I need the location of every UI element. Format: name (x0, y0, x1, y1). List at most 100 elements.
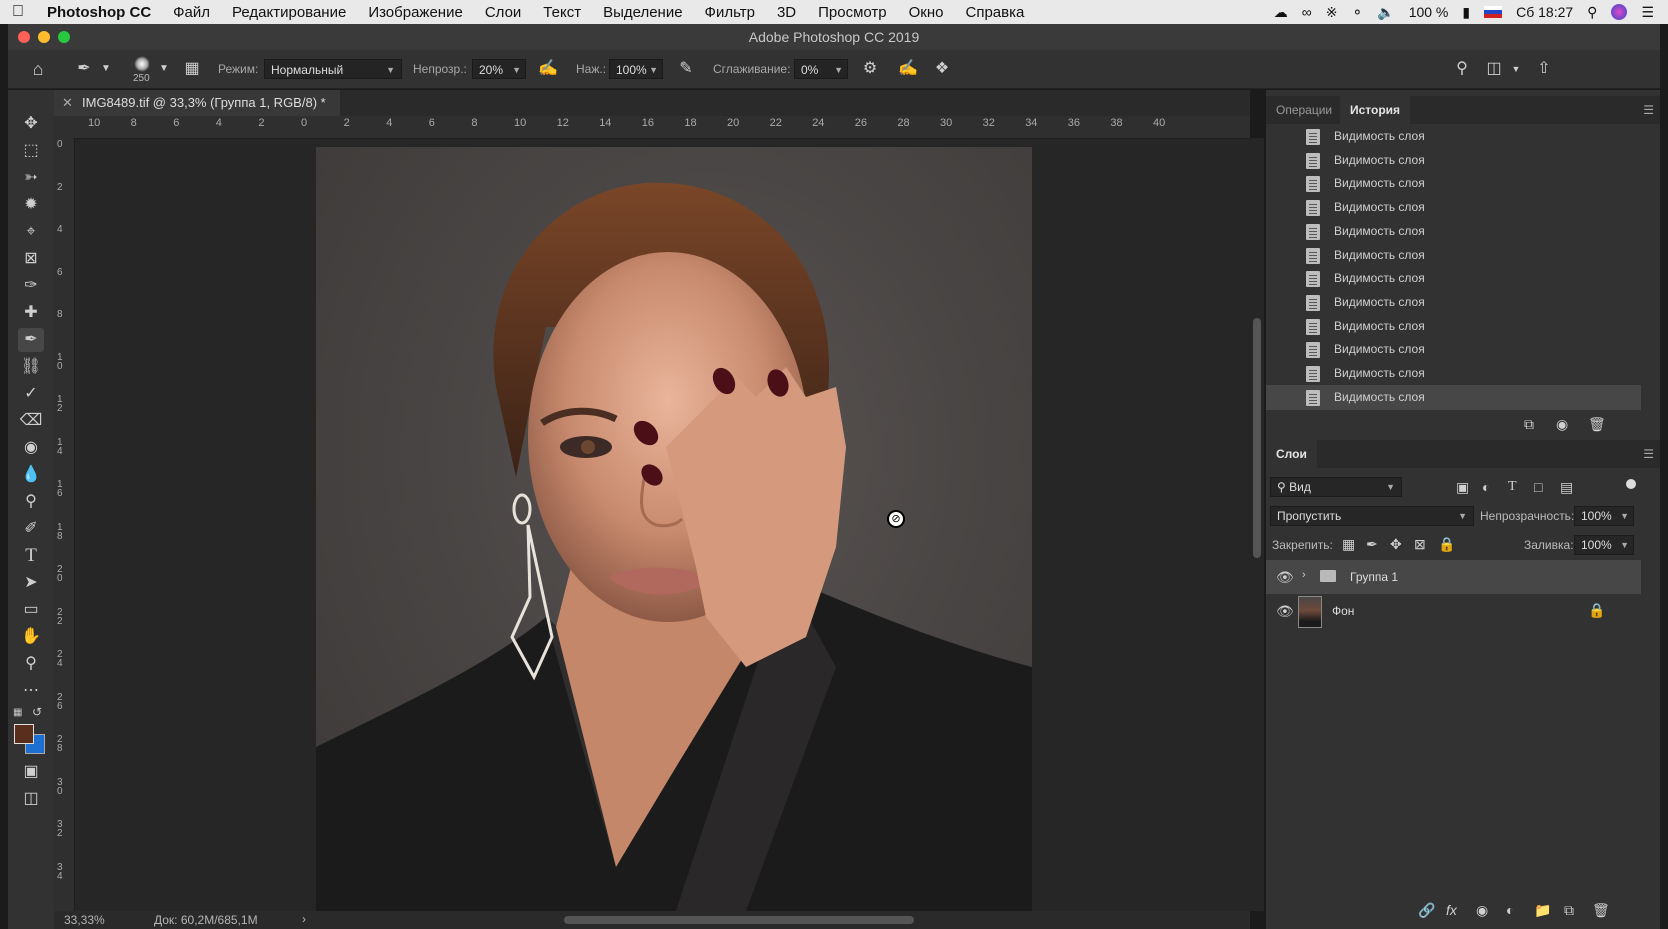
wifi-icon[interactable]: ⚬ (1352, 4, 1364, 21)
battery-icon[interactable]: ▮ (1462, 4, 1470, 21)
lock-artboard-icon[interactable]: ⊠ (1414, 536, 1426, 553)
document-size-info[interactable]: Док: 60,2M/685,1M (154, 913, 258, 927)
fx-icon[interactable]: fx (1446, 902, 1457, 918)
document-tab[interactable]: ✕ IMG8489.tif @ 33,3% (Группа 1, RGB/8) … (54, 90, 340, 116)
close-tab-icon[interactable]: ✕ (62, 90, 73, 116)
smoothing-input[interactable]: 0% ▼ (794, 59, 848, 79)
menu-select[interactable]: Выделение (592, 4, 693, 21)
healing-brush-tool-icon[interactable]: ✚ (18, 301, 44, 325)
history-item[interactable]: Видимость слоя (1266, 361, 1641, 386)
filter-pixel-icon[interactable]: ▣ (1456, 479, 1469, 496)
history-item[interactable]: Видимость слоя (1266, 314, 1641, 339)
history-item[interactable]: Видимость слоя (1266, 290, 1641, 315)
chevron-down-icon[interactable]: ▼ (1506, 59, 1526, 79)
symmetry-icon[interactable]: ❖ (932, 59, 952, 79)
tab-history[interactable]: История (1340, 96, 1411, 124)
foreground-color-swatch[interactable] (14, 724, 34, 744)
menu-window[interactable]: Окно (898, 4, 955, 21)
brush-tool-icon[interactable]: ✒ (18, 328, 44, 352)
default-colors-icon[interactable]: ▦ (13, 707, 22, 718)
type-tool-icon[interactable]: T (18, 544, 44, 568)
trash-icon[interactable]: 🗑 (1588, 416, 1606, 433)
swap-colors-icon[interactable]: ↺ (32, 705, 42, 719)
paint-bucket-tool-icon[interactable]: ◉ (18, 436, 44, 460)
tab-actions[interactable]: Операции (1266, 96, 1342, 124)
portrait-image[interactable]: ⊘ (316, 147, 1032, 911)
cloud-icon[interactable]: ☁ (1274, 4, 1288, 21)
lock-transparent-icon[interactable]: ▦ (1342, 536, 1355, 553)
more-tools-icon[interactable]: ⋯ (18, 679, 44, 703)
horizontal-scrollbar-thumb[interactable] (564, 916, 914, 924)
notification-center-icon[interactable]: ☰ (1641, 4, 1654, 21)
hand-tool-icon[interactable]: ✋ (18, 625, 44, 649)
workspace-icon[interactable]: ◫ (1484, 59, 1504, 79)
frame-tool-icon[interactable]: ⊠ (18, 247, 44, 271)
chevron-down-icon[interactable]: ▼ (154, 59, 174, 79)
lock-image-pixels-icon[interactable]: ✒ (1366, 536, 1378, 553)
tab-layers[interactable]: Слои (1266, 440, 1317, 468)
zoom-window-button[interactable] (58, 31, 70, 43)
volume-icon[interactable]: 🔈 (1377, 4, 1394, 21)
menu-app[interactable]: Photoshop CC (36, 4, 162, 21)
new-group-icon[interactable]: 📁 (1534, 902, 1551, 919)
menu-filter[interactable]: Фильтр (694, 4, 766, 21)
zoom-tool-icon[interactable]: ⚲ (18, 652, 44, 676)
eyedropper-tool-icon[interactable]: ✑ (18, 274, 44, 298)
crop-tool-icon[interactable]: ⌖ (18, 220, 44, 244)
quick-selection-tool-icon[interactable]: ✹ (18, 193, 44, 217)
flag-icon[interactable] (1484, 6, 1503, 18)
filter-adjustment-icon[interactable]: ◐ (1482, 479, 1490, 495)
clone-stamp-tool-icon[interactable]: ⛓ (18, 355, 44, 379)
lock-all-icon[interactable]: 🔒 (1438, 536, 1455, 553)
menu-layers[interactable]: Слои (474, 4, 532, 21)
chevron-right-icon[interactable]: › (302, 912, 306, 926)
eye-icon[interactable]: 👁 (1276, 603, 1294, 620)
history-item[interactable]: Видимость слоя (1266, 148, 1641, 173)
canvas-area[interactable]: ⊘ (75, 139, 1250, 911)
vertical-scrollbar[interactable] (1250, 138, 1264, 911)
share-icon[interactable]: ⇧ (1534, 59, 1554, 79)
lasso-tool-icon[interactable]: ➳ (18, 166, 44, 190)
close-window-button[interactable] (18, 31, 30, 43)
layer-filter-select[interactable]: ⚲ Вид ▼ (1270, 477, 1402, 497)
siri-icon[interactable] (1611, 4, 1628, 20)
move-tool-icon[interactable]: ✥ (18, 112, 44, 136)
opacity-input[interactable]: 20% ▼ (472, 59, 526, 79)
pen-tool-icon[interactable]: ✐ (18, 517, 44, 541)
history-item[interactable]: Видимость слоя (1266, 124, 1641, 149)
menu-type[interactable]: Текст (532, 4, 592, 21)
fill-input[interactable]: 100% ▼ (1574, 535, 1634, 555)
chevron-down-icon[interactable]: ▼ (96, 59, 116, 79)
path-selection-tool-icon[interactable]: ➤ (18, 571, 44, 595)
menu-view[interactable]: Просмотр (807, 4, 898, 21)
blend-mode-select[interactable]: Пропустить ▼ (1270, 506, 1474, 526)
mode-select[interactable]: Нормальный ▼ (264, 59, 402, 79)
gear-icon[interactable]: ⚙ (860, 59, 880, 79)
dodge-tool-icon[interactable]: ⚲ (18, 490, 44, 514)
history-item[interactable]: Видимость слоя (1266, 337, 1641, 362)
history-item[interactable]: Видимость слоя (1266, 384, 1641, 410)
menu-3d[interactable]: 3D (766, 4, 807, 21)
opacity-pressure-icon[interactable]: ✍ (538, 59, 558, 79)
eraser-tool-icon[interactable]: ⌫ (18, 409, 44, 433)
chevron-right-icon[interactable]: › (1302, 569, 1306, 581)
camera-snapshot-icon[interactable]: ◉ (1556, 416, 1568, 433)
bluetooth-icon[interactable]: ※ (1326, 4, 1338, 21)
flow-input[interactable]: 100% ▼ (609, 59, 663, 79)
filter-toggle-icon[interactable] (1626, 479, 1636, 489)
marquee-tool-icon[interactable]: ⬚ (18, 139, 44, 163)
panel-menu-icon[interactable]: ☰ (1643, 103, 1654, 117)
brush-tip-icon[interactable] (134, 56, 150, 72)
new-layer-icon[interactable]: ⧉ (1564, 902, 1574, 919)
trash-icon[interactable]: 🗑 (1592, 902, 1610, 919)
menu-file[interactable]: Файл (162, 4, 221, 21)
lock-position-icon[interactable]: ✥ (1390, 536, 1402, 553)
history-item[interactable]: Видимость слоя (1266, 266, 1641, 291)
airbrush-icon[interactable]: ✎ (676, 59, 696, 79)
vertical-scrollbar-thumb[interactable] (1253, 318, 1261, 558)
home-icon[interactable]: ⌂ (28, 59, 48, 79)
adjustment-layer-icon[interactable]: ◐ (1506, 902, 1514, 918)
menu-edit[interactable]: Редактирование (221, 4, 357, 21)
layer-row-group[interactable]: 👁 › Группа 1 (1266, 560, 1641, 594)
menu-help[interactable]: Справка (955, 4, 1036, 21)
